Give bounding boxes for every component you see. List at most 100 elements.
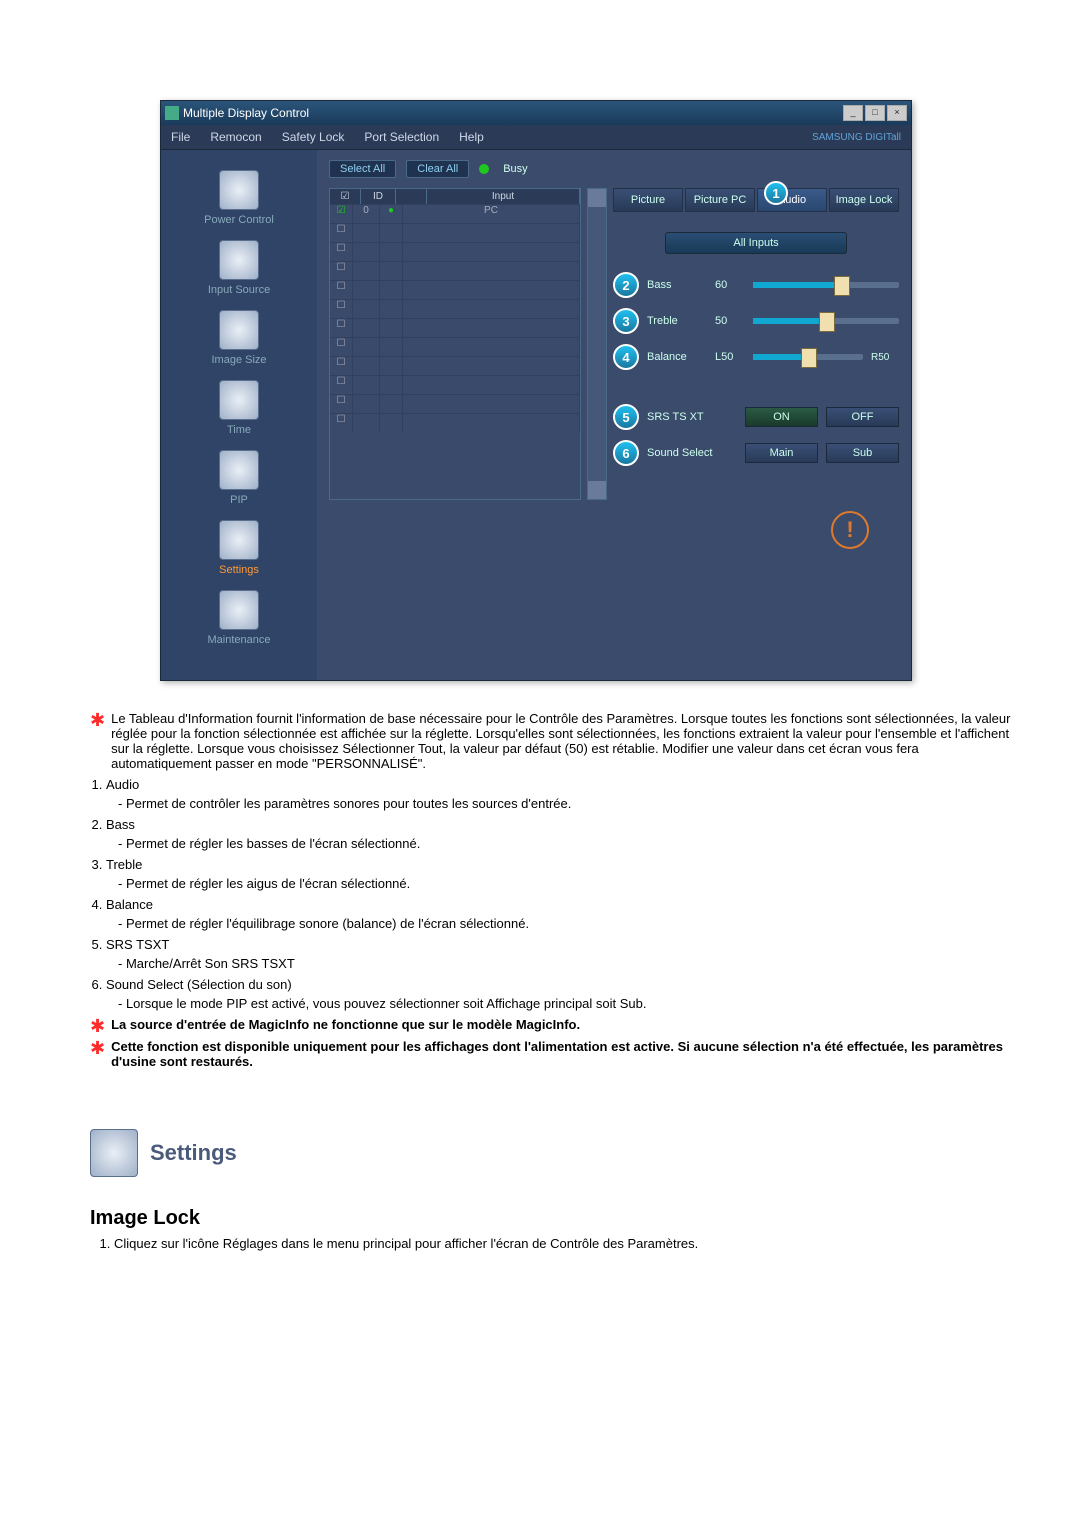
busy-label: Busy	[503, 163, 527, 175]
tab-picture[interactable]: Picture	[613, 188, 683, 212]
col-input: Input	[427, 189, 580, 204]
tab-picture-pc[interactable]: Picture PC	[685, 188, 755, 212]
item-srs: SRS TSXT- Marche/Arrêt Son SRS TSXT	[106, 937, 1020, 971]
grid-scrollbar[interactable]	[587, 188, 607, 500]
sidebar-item-settings[interactable]: Settings	[169, 520, 309, 576]
device-grid[interactable]: ☑ ID Input ☑ 0 ● PC ☐ ☐	[329, 188, 581, 500]
window-title: Multiple Display Control	[183, 106, 309, 120]
balance-value-left: L50	[715, 351, 745, 363]
table-row[interactable]: ☐	[330, 223, 580, 242]
tab-image-lock[interactable]: Image Lock	[829, 188, 899, 212]
definition-list: Audio- Permet de contrôler les paramètre…	[90, 777, 1020, 1011]
col-status	[396, 189, 427, 204]
scroll-up-icon[interactable]	[588, 189, 606, 207]
section-title: Settings	[150, 1140, 237, 1166]
tab-audio[interactable]: 1 Audio	[757, 188, 827, 212]
star-icon: ✱	[90, 1039, 105, 1069]
item-audio: Audio- Permet de contrôler les paramètre…	[106, 777, 1020, 811]
table-row[interactable]: ☐	[330, 394, 580, 413]
callout-5: 5	[613, 404, 639, 430]
col-check[interactable]: ☑	[330, 189, 361, 204]
star-icon: ✱	[90, 1017, 105, 1035]
bass-slider[interactable]	[753, 282, 899, 288]
busy-indicator-icon	[479, 164, 489, 174]
menu-safety-lock[interactable]: Safety Lock	[272, 130, 355, 144]
all-inputs-button[interactable]: All Inputs	[665, 232, 847, 254]
sound-select-row: 6 Sound Select Main Sub	[613, 440, 899, 466]
pip-icon	[219, 450, 259, 490]
close-button[interactable]: ×	[887, 105, 907, 121]
sidebar-item-time[interactable]: Time	[169, 380, 309, 436]
callout-2: 2	[613, 272, 639, 298]
sound-main-button[interactable]: Main	[745, 443, 818, 463]
srs-on-button[interactable]: ON	[745, 407, 818, 427]
note-power: ✱ Cette fonction est disponible uniqueme…	[90, 1039, 1020, 1069]
sound-sub-button[interactable]: Sub	[826, 443, 899, 463]
treble-label: Treble	[647, 315, 707, 327]
table-row[interactable]: ☐	[330, 375, 580, 394]
note-intro: ✱ Le Tableau d'Information fournit l'inf…	[90, 711, 1020, 771]
balance-slider-row: 4 Balance L50 R50	[613, 344, 899, 370]
clear-all-button[interactable]: Clear All	[406, 160, 469, 178]
treble-value: 50	[715, 315, 745, 327]
item-treble: Treble- Permet de régler les aigus de l'…	[106, 857, 1020, 891]
clock-icon	[219, 380, 259, 420]
sidebar-item-input-source[interactable]: Input Source	[169, 240, 309, 296]
table-row[interactable]: ☐	[330, 413, 580, 432]
menu-remocon[interactable]: Remocon	[200, 130, 271, 144]
steps-list: Cliquez sur l'icône Réglages dans le men…	[90, 1236, 1020, 1251]
imgsize-icon	[219, 310, 259, 350]
menu-port-selection[interactable]: Port Selection	[354, 130, 449, 144]
balance-slider[interactable]	[753, 354, 863, 360]
bass-value: 60	[715, 279, 745, 291]
table-row[interactable]: ☐	[330, 299, 580, 318]
menubar: File Remocon Safety Lock Port Selection …	[161, 125, 911, 150]
brand-label: SAMSUNG DIGITall	[802, 132, 911, 143]
balance-value-right: R50	[871, 352, 899, 363]
item-sound-select: Sound Select (Sélection du son)- Lorsque…	[106, 977, 1020, 1011]
note-magicinfo: ✱ La source d'entrée de MagicInfo ne fon…	[90, 1017, 1020, 1035]
table-row[interactable]: ☑ 0 ● PC	[330, 204, 580, 223]
col-id: ID	[361, 189, 396, 204]
table-row[interactable]: ☐	[330, 318, 580, 337]
settings-section-icon	[90, 1129, 138, 1177]
power-icon	[219, 170, 259, 210]
item-bass: Bass- Permet de régler les basses de l'é…	[106, 817, 1020, 851]
srs-off-button[interactable]: OFF	[826, 407, 899, 427]
sidebar-item-pip[interactable]: PIP	[169, 450, 309, 506]
maximize-button[interactable]: □	[865, 105, 885, 121]
titlebar: Multiple Display Control _ □ ×	[161, 101, 911, 125]
table-row[interactable]: ☐	[330, 261, 580, 280]
app-icon	[165, 106, 179, 120]
bass-label: Bass	[647, 279, 707, 291]
input-icon	[219, 240, 259, 280]
table-row[interactable]: ☐	[330, 242, 580, 261]
app-window: Multiple Display Control _ □ × File Remo…	[160, 100, 912, 681]
callout-6: 6	[613, 440, 639, 466]
step-1: Cliquez sur l'icône Réglages dans le men…	[114, 1236, 1020, 1251]
table-row[interactable]: ☐	[330, 337, 580, 356]
sidebar-item-maintenance[interactable]: Maintenance	[169, 590, 309, 646]
callout-1: 1	[764, 181, 788, 205]
table-row[interactable]: ☐	[330, 356, 580, 375]
minimize-button[interactable]: _	[843, 105, 863, 121]
sidebar-item-image-size[interactable]: Image Size	[169, 310, 309, 366]
item-balance: Balance- Permet de régler l'équilibrage …	[106, 897, 1020, 931]
star-icon: ✱	[90, 711, 105, 771]
menu-file[interactable]: File	[161, 130, 200, 144]
menu-help[interactable]: Help	[449, 130, 494, 144]
callout-4: 4	[613, 344, 639, 370]
sidebar-item-power-control[interactable]: Power Control	[169, 170, 309, 226]
sound-select-label: Sound Select	[647, 447, 737, 459]
wrench-icon	[219, 590, 259, 630]
table-row[interactable]: ☐	[330, 280, 580, 299]
callout-3: 3	[613, 308, 639, 334]
scroll-down-icon[interactable]	[588, 481, 606, 499]
warning-icon: !	[831, 511, 869, 549]
balance-label: Balance	[647, 351, 707, 363]
gear-icon	[219, 520, 259, 560]
subheading-image-lock: Image Lock	[90, 1207, 1020, 1230]
srs-row: 5 SRS TS XT ON OFF	[613, 404, 899, 430]
select-all-button[interactable]: Select All	[329, 160, 396, 178]
treble-slider[interactable]	[753, 318, 899, 324]
